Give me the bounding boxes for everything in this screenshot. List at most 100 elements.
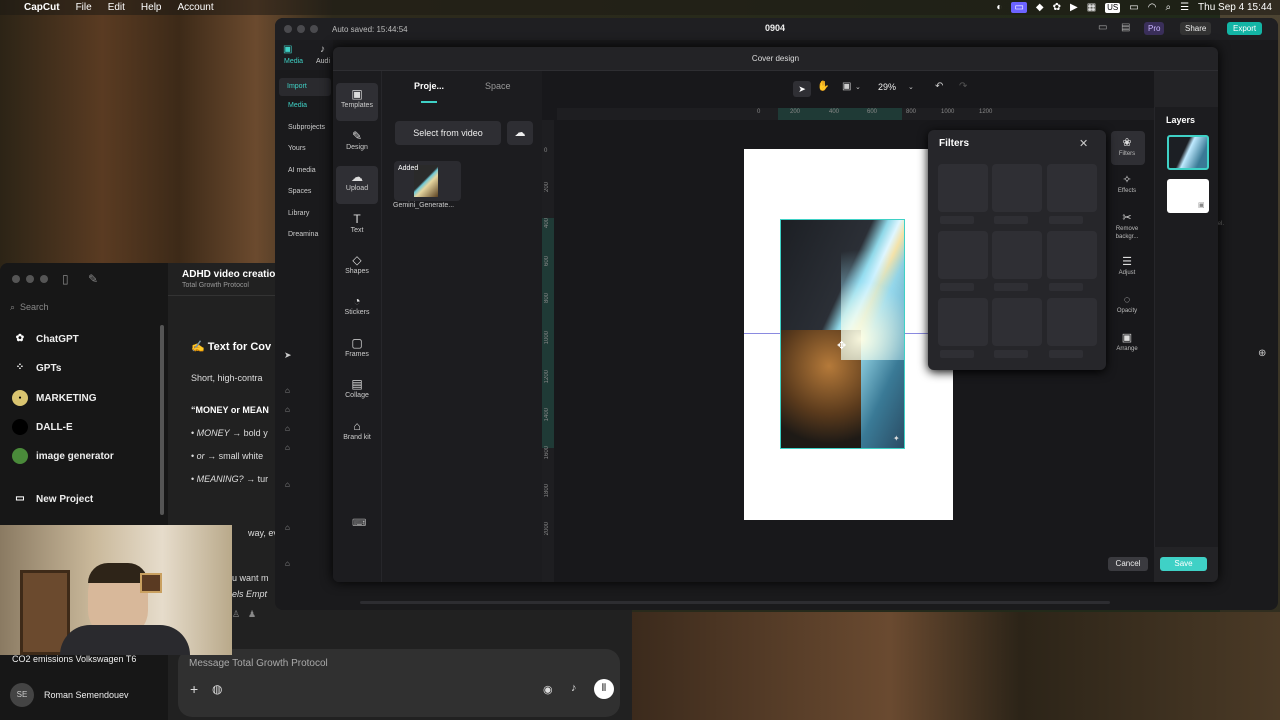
layout-icon[interactable]: ▭	[1098, 22, 1107, 33]
cancel-button[interactable]: Cancel	[1108, 557, 1148, 571]
play-icon[interactable]: ▶	[1070, 2, 1078, 13]
globe-icon[interactable]: ◍	[212, 682, 222, 696]
filter-preset[interactable]	[938, 164, 988, 212]
control-center-icon[interactable]: ☰	[1180, 2, 1189, 13]
nav-yours[interactable]: Yours	[288, 145, 306, 152]
status-icon[interactable]: ◐	[996, 2, 1002, 13]
tab-project[interactable]: Proje...	[414, 81, 444, 91]
record-icon[interactable]: ◉	[543, 683, 553, 696]
tool-collage[interactable]: ▤ Collage	[336, 373, 378, 411]
keyboard-icon[interactable]: ⌨	[352, 518, 366, 529]
recent-chat-item[interactable]: CO2 emissions Volkswagen T6	[12, 654, 136, 664]
uploaded-thumbnail[interactable]: Added	[394, 161, 461, 201]
nav-spaces[interactable]: Spaces	[288, 188, 311, 195]
screen-icon[interactable]: ▭	[1011, 2, 1027, 13]
lock-icon[interactable]: ⌂	[285, 559, 290, 568]
shortcuts-icon[interactable]: ▤	[1121, 22, 1130, 33]
plus-icon[interactable]: +	[190, 681, 198, 697]
sidebar-toggle-icon[interactable]: ▯	[62, 272, 69, 286]
tool-filters[interactable]: ❀ Filters	[1109, 136, 1145, 158]
filter-preset[interactable]	[992, 231, 1042, 279]
tool-effects[interactable]: ✧ Effects	[1109, 173, 1145, 195]
nav-ai-media[interactable]: AI media	[288, 167, 316, 174]
tool-text[interactable]: T Text	[336, 208, 378, 246]
tool-design[interactable]: ✎ Design	[336, 125, 378, 163]
menu-edit[interactable]: Edit	[108, 2, 125, 13]
menu-help[interactable]: Help	[141, 2, 162, 13]
chat-title[interactable]: ADHD video creatio	[182, 269, 275, 280]
cloud-upload-icon[interactable]: ☁	[507, 121, 533, 145]
layer-image-thumbnail[interactable]	[1167, 135, 1209, 170]
layout-icon[interactable]: ▣	[842, 81, 851, 92]
zoom-level[interactable]: 29%	[878, 82, 896, 92]
select-cursor-icon[interactable]: ➤	[793, 81, 811, 97]
filter-preset[interactable]	[938, 298, 988, 346]
zoom-chevron-icon[interactable]: ⌄	[908, 83, 914, 91]
hand-icon[interactable]: ✋	[817, 81, 829, 92]
menu-account[interactable]: Account	[178, 2, 214, 13]
filter-preset[interactable]	[1047, 164, 1097, 212]
tool-shapes[interactable]: ◇ Shapes	[336, 249, 378, 287]
save-button[interactable]: Save	[1160, 557, 1207, 571]
close-dot[interactable]	[284, 25, 292, 33]
select-from-video-button[interactable]: Select from video	[395, 121, 501, 145]
thumbs-up-icon[interactable]: ♙	[232, 609, 240, 620]
close-icon[interactable]: ✕	[1079, 137, 1088, 150]
nav-subprojects[interactable]: Subprojects	[288, 124, 325, 131]
spotlight-icon[interactable]: ⌕	[1165, 2, 1171, 13]
grid-icon[interactable]: ▦	[1087, 2, 1096, 13]
cover-image-layer[interactable]: ✦	[780, 219, 905, 449]
sidebar-scrollbar[interactable]	[160, 325, 164, 515]
filter-preset[interactable]	[992, 164, 1042, 212]
user-profile[interactable]: SE Roman Semendouev	[10, 683, 129, 707]
menu-app-name[interactable]: CapCut	[24, 2, 60, 13]
tool-templates[interactable]: ▣ Templates	[336, 83, 378, 121]
select-tool-icon[interactable]: ➤	[284, 350, 292, 361]
thumbs-down-icon[interactable]: ♟	[248, 609, 256, 620]
tool-upload[interactable]: ☁ Upload	[336, 166, 378, 204]
battery-icon[interactable]: ▭	[1129, 2, 1138, 13]
sidebar-item-gpts[interactable]: ⁘ GPTs	[12, 360, 62, 376]
nav-dreamina[interactable]: Dreamina	[288, 231, 318, 238]
minimize-dot[interactable]	[26, 275, 34, 283]
wifi-icon[interactable]: ◠	[1148, 2, 1157, 13]
timeline-scrollbar[interactable]	[360, 601, 1110, 604]
close-dot[interactable]	[12, 275, 20, 283]
filter-preset[interactable]	[1047, 231, 1097, 279]
menu-file[interactable]: File	[76, 2, 92, 13]
layer-background-thumbnail[interactable]: ▣	[1167, 179, 1209, 213]
tool-adjust[interactable]: ☰ Adjust	[1109, 255, 1145, 277]
tab-space[interactable]: Space	[485, 81, 511, 91]
tool-stickers[interactable]: ◔ Stickers	[336, 290, 378, 328]
sidebar-item-dalle[interactable]: DALL-E	[12, 419, 73, 435]
zoom-dot[interactable]	[310, 25, 318, 33]
filter-preset[interactable]	[992, 298, 1042, 346]
lock-icon[interactable]: ⌂	[285, 405, 290, 414]
lock-icon[interactable]: ⌂	[285, 424, 290, 433]
search-field[interactable]: ⌕ Search	[10, 300, 160, 314]
new-chat-icon[interactable]: ✎	[88, 272, 98, 286]
clock[interactable]: Thu Sep 4 15:44	[1198, 2, 1272, 13]
lock-icon[interactable]: ⌂	[285, 480, 290, 489]
filter-preset[interactable]	[1047, 298, 1097, 346]
project-name[interactable]: 0904	[765, 23, 785, 33]
voice-mode-icon[interactable]: ⦀	[594, 679, 614, 699]
tab-audio[interactable]: Audi	[316, 58, 330, 65]
sidebar-item-chatgpt[interactable]: ✿ ChatGPT	[12, 331, 79, 347]
sidebar-item-marketing[interactable]: ● MARKETING	[12, 390, 97, 406]
tool-frames[interactable]: ▢ Frames	[336, 332, 378, 370]
nav-media[interactable]: Media	[288, 102, 307, 109]
pro-button[interactable]: Pro	[1144, 22, 1165, 35]
tool-brand-kit[interactable]: ⌂ Brand kit	[336, 415, 378, 459]
tool-remove-background[interactable]: ✂ Remove backgr...	[1109, 211, 1145, 241]
tool-opacity[interactable]: ◌ Opacity	[1109, 293, 1145, 315]
diamond-icon[interactable]: ◆	[1036, 2, 1044, 13]
nav-library[interactable]: Library	[288, 210, 309, 217]
zoom-dot[interactable]	[40, 275, 48, 283]
tool-arrange[interactable]: ▣ Arrange	[1109, 331, 1145, 353]
lock-icon[interactable]: ⌂	[285, 443, 290, 452]
zoom-in-icon[interactable]: ⊕	[1258, 348, 1266, 359]
minimize-dot[interactable]	[297, 25, 305, 33]
sidebar-item-new-project[interactable]: ▭ New Project	[12, 491, 93, 507]
filter-preset[interactable]	[938, 231, 988, 279]
